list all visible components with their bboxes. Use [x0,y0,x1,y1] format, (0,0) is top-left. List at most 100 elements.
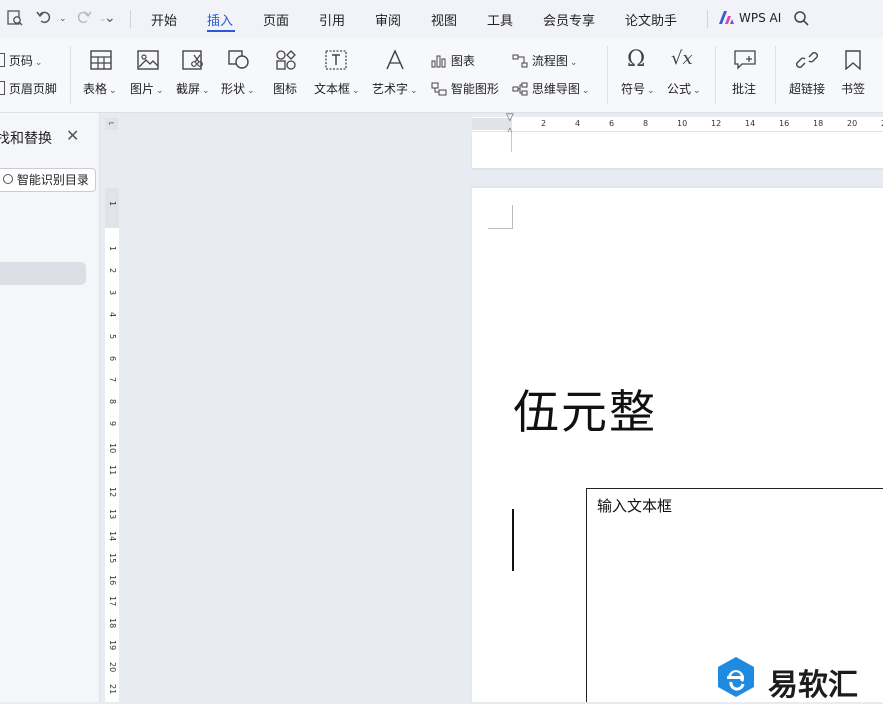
shape-button[interactable]: 形状 ⌄ [221,80,255,97]
search-icon[interactable] [793,10,810,31]
ruler-tick-label: 4 [108,311,117,317]
print-preview-icon[interactable] [6,9,24,31]
margin-corner-mark [488,205,513,229]
text-cursor [512,509,514,571]
ruler-tick-label: 14 [108,530,117,541]
ruler-tick-label: 8 [643,119,649,128]
chart-button[interactable]: 图表 [431,52,475,71]
indent-marker-icon[interactable]: ▽ [506,112,514,123]
bookmark-button[interactable]: 书签 [841,80,865,97]
tab-references[interactable]: 引用 [319,10,345,29]
bookmark-icon[interactable] [844,50,862,74]
textbox-icon[interactable] [325,50,347,74]
formula-button[interactable]: 公式 ⌄ [667,80,701,97]
ruler-tick-label: 13 [108,508,117,519]
hyperlink-button[interactable]: 超链接 [789,80,825,97]
ruler-tick-label: 20 [847,119,858,128]
divider [607,46,608,104]
shape-icon[interactable] [228,50,250,74]
ruler-tick-label: 20 [108,662,117,673]
wps-ai-button[interactable]: WPS AI [739,11,781,25]
previous-page [472,132,883,168]
smart-toc-icon [3,174,13,184]
comment-icon[interactable] [734,50,756,74]
table-icon[interactable] [90,50,112,74]
ruler-tick-label: 15 [108,552,117,563]
undo-icon[interactable] [36,9,52,29]
undo-dropdown-icon[interactable]: ⌄ [59,14,67,24]
text-box-content[interactable]: 输入文本框 [597,495,672,516]
smart-graphic-icon [431,82,447,99]
picture-button[interactable]: 图片 ⌄ [130,80,164,97]
ruler-tick-label: 2 [108,267,117,273]
ruler-tick-label: 1 [108,201,117,207]
brand-logo-icon [716,656,756,702]
ruler-tick-label: 6 [609,119,615,128]
find-replace-panel [0,113,100,702]
link-icon[interactable] [796,50,818,74]
ruler-tick-label: 1 [108,246,117,252]
ruler-tick-label: 18 [108,618,117,629]
outline-item-selected[interactable] [0,262,86,285]
divider [130,10,131,28]
more-dropdown-icon[interactable]: ⌄ [104,10,116,26]
page-number-icon [0,53,5,67]
smart-toc-button[interactable]: 智能识别目录 [0,168,96,192]
active-tab-indicator [207,30,235,32]
mindmap-button[interactable]: 思维导图 ⌄ [512,80,589,99]
redo-icon[interactable] [76,9,92,29]
close-icon[interactable]: ✕ [66,126,79,145]
ruler-tick-label: 6 [108,355,117,361]
textbox-button[interactable]: 文本框 ⌄ [314,80,360,97]
screenshot-icon[interactable] [182,50,204,74]
panel-title: 找和替换 [0,131,52,147]
margin-corner-mark [511,132,512,152]
ruler-tick-label: 21 [108,684,117,695]
menu-bar: ⌄ ⌄ ⌄ 开始 插入 页面 引用 审阅 视图 工具 会员专享 论文助手 WPS… [0,0,883,38]
divider [715,46,716,104]
symbol-button[interactable]: 符号 ⌄ [621,80,655,97]
ruler-tick-label: 9 [108,421,117,427]
picture-icon[interactable] [137,50,159,74]
ruler-tick-label: 12 [108,486,117,498]
chart-icon [431,54,447,71]
icons-button[interactable]: 图标 [273,80,297,97]
comment-button[interactable]: 批注 [732,80,756,97]
tab-home[interactable]: 开始 [151,10,177,29]
divider [70,46,71,104]
divider [707,10,708,28]
tab-page[interactable]: 页面 [263,10,289,29]
wordart-icon[interactable] [384,49,406,74]
tab-stop-selector-icon[interactable]: ⌐ [105,118,118,130]
ruler-tick-label: 10 [108,443,117,454]
icons-library-icon[interactable] [275,50,297,74]
tab-insert[interactable]: 插入 [207,10,233,29]
tab-review[interactable]: 审阅 [375,10,401,29]
document-heading[interactable]: 伍元整 [513,376,657,442]
tab-paper-assistant[interactable]: 论文助手 [625,10,677,29]
tab-member[interactable]: 会员专享 [543,10,595,29]
flowchart-button[interactable]: 流程图 ⌄ [512,52,577,71]
smart-graphic-button[interactable]: 智能图形 [431,80,499,99]
ruler-tick-label: 19 [108,640,117,651]
ruler-tick-label: 11 [108,465,117,476]
ruler-tick-label: 14 [745,119,756,128]
tab-view[interactable]: 视图 [431,10,457,29]
formula-sqrt-icon[interactable]: √x [671,48,693,69]
flowchart-icon [512,54,528,71]
table-button[interactable]: 表格 ⌄ [83,80,117,97]
ruler-tick-label: 5 [108,333,117,339]
wordart-button[interactable]: 艺术字 ⌄ [372,80,418,97]
divider [775,46,776,104]
ruler-margin [105,188,119,228]
page-number-button[interactable]: 页码 ⌄ [0,52,42,69]
ruler-tick-label: 2 [541,119,547,128]
ruler-tick-label: 16 [108,574,117,585]
omega-symbol-icon[interactable]: Ω [627,47,645,72]
tab-tools[interactable]: 工具 [487,10,513,29]
header-footer-button[interactable]: 页眉页脚 [0,80,57,97]
wps-ai-logo-icon[interactable] [718,10,735,29]
ruler-tick-label: 4 [575,119,581,128]
screenshot-button[interactable]: 截屏 ⌄ [176,80,210,97]
watermark-text: 易软汇 [768,668,858,703]
